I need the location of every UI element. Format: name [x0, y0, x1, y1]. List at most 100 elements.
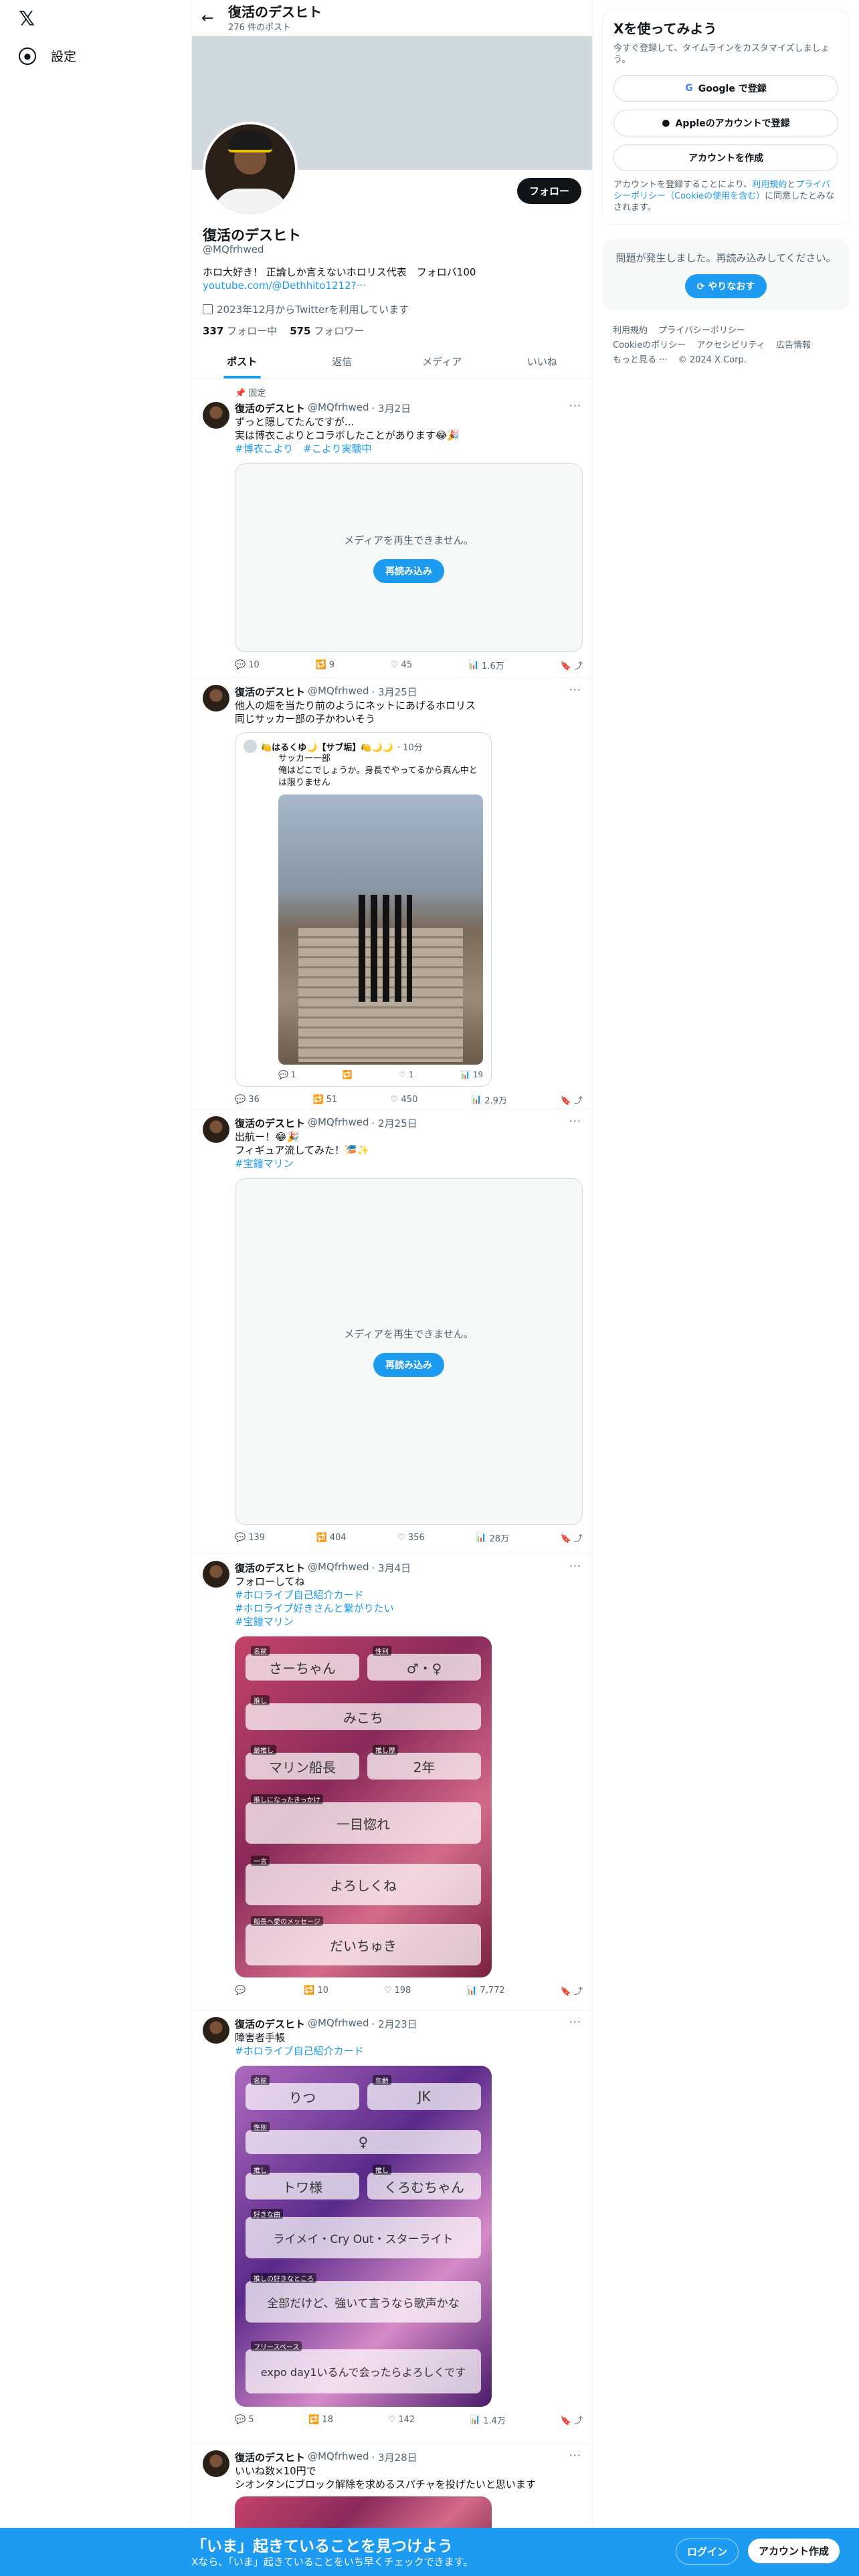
- tweet-handle[interactable]: @MQfrhwed: [308, 1561, 369, 1575]
- reply-button[interactable]: 💬 139: [235, 1531, 265, 1544]
- profile-link[interactable]: youtube.com/@Dethhito1212?···: [203, 280, 366, 292]
- back-arrow-icon[interactable]: ←: [201, 10, 228, 27]
- tweet-handle[interactable]: @MQfrhwed: [308, 401, 369, 415]
- bookmark-icon[interactable]: 🔖 ⤴: [561, 1984, 583, 1997]
- views-button[interactable]: 📊 2.9万: [471, 1093, 507, 1106]
- reply-button[interactable]: 💬 36: [235, 1093, 260, 1106]
- tab-posts[interactable]: ポスト: [192, 344, 292, 379]
- tweet-avatar[interactable]: [203, 1116, 229, 1143]
- like-button[interactable]: ♡ 142: [388, 2413, 415, 2426]
- repost-button[interactable]: 🔁 9: [316, 659, 335, 671]
- repost-button[interactable]: 🔁 404: [316, 1531, 347, 1544]
- create-account-button[interactable]: アカウントを作成: [613, 144, 838, 171]
- tweet-author[interactable]: 復活のデスヒト: [235, 685, 305, 699]
- like-button[interactable]: ♡ 45: [391, 659, 412, 671]
- hashtag[interactable]: #ホロライブ好きさんと繋がりたい: [235, 1602, 581, 1615]
- reply-button[interactable]: 💬: [235, 1984, 248, 1997]
- like-button[interactable]: ♡ 198: [384, 1984, 411, 1997]
- tweet-avatar[interactable]: [203, 2450, 229, 2477]
- hashtag[interactable]: #宝鐘マリン: [235, 1615, 581, 1628]
- hashtag[interactable]: #ホロライブ自己紹介カード: [235, 1588, 581, 1602]
- tweet-handle[interactable]: @MQfrhwed: [308, 2450, 369, 2464]
- bookmark-icon[interactable]: 🔖 ⤴: [561, 1531, 583, 1544]
- tweet[interactable]: ··· 復活のデスヒト @MQfrhwed · 3月25日 他人の畑を当たり前のよう…: [192, 678, 592, 1109]
- views-button[interactable]: 📊 1.6万: [468, 659, 504, 671]
- repost-count: 404: [329, 1533, 347, 1543]
- tweet-author[interactable]: 復活のデスヒト: [235, 2017, 305, 2031]
- tab-likes[interactable]: いいね: [492, 344, 593, 379]
- quoted-tweet[interactable]: 🍋はるくゆ🌙【サブ垢】🍋🌙🌙 · 10分 サッカー一部 俺はどこでしょうか。身長で…: [235, 732, 492, 1087]
- signup-button[interactable]: アカウント作成: [748, 2539, 840, 2563]
- followers-link[interactable]: 575 フォロワー: [290, 325, 364, 337]
- tweet-handle[interactable]: @MQfrhwed: [308, 1116, 369, 1130]
- tweet-date[interactable]: · 3月28日: [371, 2450, 417, 2464]
- profile-avatar[interactable]: [203, 122, 298, 217]
- tweet-avatar[interactable]: [203, 2017, 229, 2044]
- views-button[interactable]: 📊 28万: [476, 1531, 509, 1544]
- tweet-date[interactable]: · 3月4日: [371, 1561, 411, 1575]
- follow-button[interactable]: フォロー: [516, 178, 581, 204]
- tab-media[interactable]: メディア: [392, 344, 492, 379]
- views-button[interactable]: 📊 1.4万: [470, 2413, 506, 2426]
- more-icon[interactable]: ···: [569, 2016, 581, 2028]
- nav-settings[interactable]: ● 設定: [19, 47, 76, 65]
- hashtag[interactable]: #ホロライブ自己紹介カード: [235, 2044, 581, 2058]
- tweet-avatar[interactable]: [203, 685, 229, 712]
- terms-link[interactable]: 利用規約: [752, 180, 787, 190]
- more-icon[interactable]: ···: [569, 399, 581, 412]
- more-icon[interactable]: ···: [569, 683, 581, 696]
- more-icon[interactable]: ···: [569, 1560, 581, 1572]
- tweet-date[interactable]: · 3月25日: [371, 685, 417, 699]
- more-icon[interactable]: ···: [569, 2449, 581, 2462]
- retry-button[interactable]: ⟳ やりなおす: [684, 274, 767, 298]
- tweet-author[interactable]: 復活のデスヒト: [235, 401, 305, 415]
- tweet-date[interactable]: · 2月23日: [371, 2017, 417, 2031]
- footer-link[interactable]: 利用規約: [613, 326, 648, 336]
- tweet[interactable]: ··· 復活のデスヒト @MQfrhwed · 2月23日 障害者手帳 #ホロライブ…: [192, 2010, 592, 2444]
- quote-photo[interactable]: [278, 794, 483, 1065]
- following-link[interactable]: 337 フォロー中: [203, 325, 277, 337]
- tweet-hashtags[interactable]: #宝鐘マリン: [235, 1157, 581, 1170]
- footer-link[interactable]: 広告情報: [776, 340, 811, 350]
- apple-signup-button[interactable]: ● Appleのアカウントで登録: [613, 110, 838, 136]
- more-icon[interactable]: ···: [569, 1115, 581, 1128]
- tab-replies[interactable]: 返信: [292, 344, 393, 379]
- tweet-avatar[interactable]: [203, 1561, 229, 1588]
- google-signup-button[interactable]: G Google で登録: [613, 75, 838, 102]
- intro-card-image[interactable]: 名前 さーちゃん 性別 ♂・♀ 推し みこち 最推し マリン船長 推し歴 2年 推しになっ…: [235, 1636, 492, 1977]
- bookmark-icon[interactable]: 🔖 ⤴: [561, 2413, 583, 2426]
- tweet-handle[interactable]: @MQfrhwed: [308, 685, 369, 699]
- tweet-date[interactable]: · 2月25日: [371, 1116, 417, 1130]
- tweet-date[interactable]: · 3月2日: [371, 401, 411, 415]
- tweet-author[interactable]: 復活のデスヒト: [235, 1116, 305, 1130]
- bookmark-icon[interactable]: 🔖 ⤴: [561, 659, 583, 671]
- footer-link[interactable]: Cookieのポリシー: [613, 340, 686, 350]
- tweet[interactable]: ··· 復活のデスヒト @MQfrhwed · 3月4日 フォローしてね #ホロライ…: [192, 1554, 592, 2010]
- tweet-author[interactable]: 復活のデスヒト: [235, 1561, 305, 1575]
- header-post-count: 276 件のポスト: [228, 22, 291, 33]
- reply-button[interactable]: 💬 5: [235, 2413, 254, 2426]
- footer-link[interactable]: プライバシーポリシー: [658, 326, 745, 336]
- login-button[interactable]: ログイン: [676, 2539, 739, 2565]
- like-button[interactable]: ♡ 450: [391, 1093, 417, 1106]
- bookmark-icon[interactable]: 🔖 ⤴: [561, 1093, 583, 1106]
- footer-more[interactable]: もっと見る ···: [613, 355, 668, 365]
- tweet-author[interactable]: 復活のデスヒト: [235, 2450, 305, 2464]
- tweet-hashtags[interactable]: #博衣こより #こより実験中: [235, 442, 581, 455]
- tweet[interactable]: ··· 復活のデスヒト @MQfrhwed · 2月25日 出航ー！😂🎉 フィギュア…: [192, 1109, 592, 1554]
- repost-button[interactable]: 🔁 18: [308, 2413, 333, 2426]
- cookie-link[interactable]: （Cookieの使用を含む）: [666, 191, 765, 201]
- x-logo-icon[interactable]: 𝕏: [19, 8, 41, 31]
- intro-card-image[interactable]: 名前 りつ 年齢 JK 性別 ♀ 推し トワ様 推し くろむちゃん 好きな曲 ライメイ・Cr…: [235, 2066, 492, 2407]
- tweet[interactable]: 📌 固定 ··· 復活のデスヒト @MQfrhwed · 3月2日 ずっと隠してたん…: [192, 379, 592, 678]
- reply-button[interactable]: 💬 10: [235, 659, 260, 671]
- repost-button[interactable]: 🔁 51: [312, 1093, 337, 1106]
- reload-button[interactable]: 再読み込み: [373, 1352, 444, 1377]
- footer-link[interactable]: アクセシビリティ: [696, 340, 765, 350]
- reload-button[interactable]: 再読み込み: [373, 558, 444, 583]
- like-button[interactable]: ♡ 356: [397, 1531, 424, 1544]
- tweet-avatar[interactable]: [203, 402, 229, 429]
- views-button[interactable]: 📊 7,772: [466, 1984, 504, 1997]
- repost-button[interactable]: 🔁 10: [304, 1984, 328, 1997]
- tweet-handle[interactable]: @MQfrhwed: [308, 2017, 369, 2031]
